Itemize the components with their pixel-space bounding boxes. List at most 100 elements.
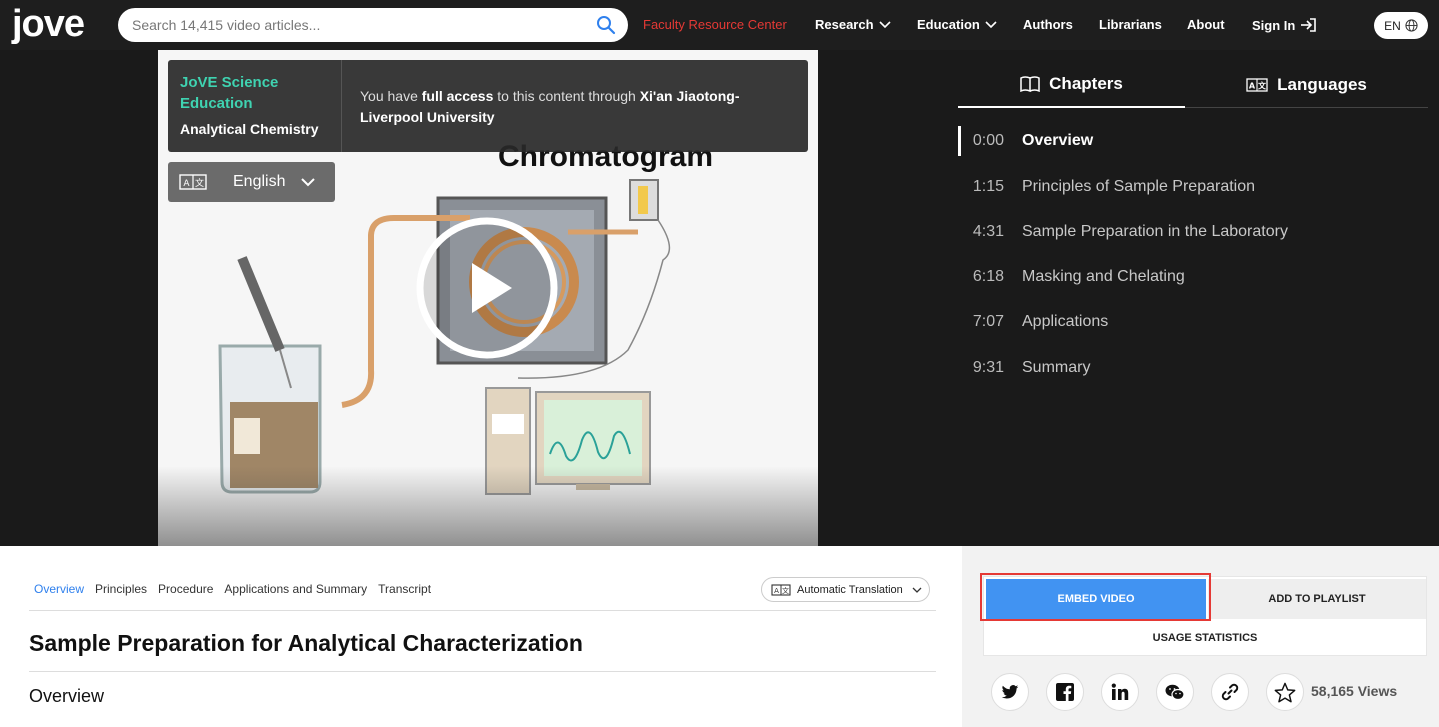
chapter-time: 4:31: [972, 223, 1004, 240]
svg-text:A: A: [1249, 82, 1256, 91]
svg-text:文: 文: [1258, 81, 1267, 91]
globe-icon: [1405, 19, 1418, 32]
subtab-applications-and-summary[interactable]: Applications and Summary: [224, 582, 367, 596]
translate-icon: A 文: [179, 174, 207, 190]
tab-languages-label: Languages: [1277, 75, 1367, 94]
subtab-transcript[interactable]: Transcript: [378, 582, 431, 596]
article-subtabs: Overview Principles Procedure Applicatio…: [34, 582, 431, 596]
chapter-item[interactable]: 6:18 Masking and Chelating: [958, 262, 1428, 292]
chapter-title: Overview: [1022, 132, 1094, 149]
subtab-overview[interactable]: Overview: [34, 582, 84, 596]
wechat-icon: [1165, 684, 1185, 700]
play-button-icon[interactable]: [416, 217, 558, 359]
book-icon: [1020, 76, 1040, 92]
usage-statistics-button[interactable]: USAGE STATISTICS: [984, 621, 1426, 655]
wechat-share-button[interactable]: [1156, 673, 1194, 711]
twitter-share-button[interactable]: [991, 673, 1029, 711]
embed-highlight-box: [980, 573, 1211, 621]
nav-sign-in[interactable]: Sign In: [1252, 17, 1318, 33]
nav-about-label: About: [1187, 17, 1225, 32]
chapter-title: Masking and Chelating: [1022, 268, 1185, 285]
chapter-panel-tabs: Chapters A 文 Languages: [958, 62, 1428, 108]
chapter-title: Principles of Sample Preparation: [1022, 178, 1256, 195]
tab-languages[interactable]: A 文 Languages: [1185, 62, 1428, 108]
search-box: [118, 8, 628, 42]
chevron-down-icon: [985, 20, 997, 28]
access-info-overlay: JoVE Science Education Analytical Chemis…: [168, 60, 808, 152]
tab-chapters-label: Chapters: [1049, 74, 1123, 93]
chapter-title: Summary: [1022, 359, 1091, 376]
divider: [29, 671, 936, 672]
chapter-time: 7:07: [972, 313, 1004, 330]
nav-research[interactable]: Research: [815, 17, 891, 32]
access-level: full access: [421, 88, 494, 104]
video-language-label: English: [233, 173, 286, 190]
nav-librarians-label: Librarians: [1099, 17, 1162, 32]
chapter-time: 0:00: [972, 132, 1004, 149]
twitter-icon: [1001, 684, 1019, 699]
nav-faculty-resource-center[interactable]: Faculty Resource Center: [643, 17, 787, 32]
svg-text:文: 文: [195, 177, 204, 189]
linkedin-icon: [1111, 683, 1129, 700]
chapter-item[interactable]: 1:15 Principles of Sample Preparation: [958, 172, 1428, 202]
article-title: Sample Preparation for Analytical Charac…: [29, 630, 583, 656]
video-player[interactable]: Chromatogram JoVE Science Education Anal…: [158, 50, 818, 546]
collection-info: JoVE Science Education Analytical Chemis…: [168, 60, 342, 152]
search-icon[interactable]: [596, 15, 616, 35]
automatic-translation-dropdown[interactable]: A 文 Automatic Translation: [761, 577, 930, 602]
chapter-title: Applications: [1022, 313, 1109, 330]
view-count: 58,165 Views: [1311, 683, 1398, 699]
subtab-procedure[interactable]: Procedure: [158, 582, 213, 596]
facebook-icon: [1056, 683, 1074, 701]
chapter-item[interactable]: 4:31 Sample Preparation in the Laborator…: [958, 217, 1428, 247]
divider: [29, 610, 936, 611]
article-section: Overview Principles Procedure Applicatio…: [0, 546, 962, 727]
svg-text:A: A: [774, 587, 779, 595]
chevron-down-icon: [878, 20, 891, 28]
video-actions-panel: EMBED VIDEO ADD TO PLAYLIST USAGE STATIS…: [962, 546, 1439, 727]
link-icon: [1221, 683, 1239, 701]
access-message: You have full access to this content thr…: [360, 86, 800, 128]
favorite-button[interactable]: [1266, 673, 1304, 711]
sign-in-icon: [1301, 18, 1317, 32]
nav-authors[interactable]: Authors: [1023, 17, 1073, 32]
video-language-dropdown[interactable]: A 文 English: [168, 162, 335, 202]
section-heading: Overview: [29, 686, 105, 706]
nav-authors-label: Authors: [1023, 17, 1073, 32]
nav-education-label: Education: [917, 17, 980, 32]
collection-subject[interactable]: Analytical Chemistry: [180, 121, 319, 137]
copy-link-button[interactable]: [1211, 673, 1249, 711]
chapter-item[interactable]: 9:31 Summary: [958, 353, 1428, 383]
top-navigation-bar: jove Faculty Resource Center Research Ed…: [0, 0, 1439, 50]
nav-librarians[interactable]: Librarians: [1099, 17, 1162, 32]
linkedin-share-button[interactable]: [1101, 673, 1139, 711]
translate-icon: A 文: [1246, 78, 1268, 92]
collection-brand[interactable]: JoVE Science Education: [180, 72, 330, 114]
nav-about[interactable]: About: [1187, 17, 1225, 32]
chapter-item[interactable]: 0:00 Overview: [958, 126, 1428, 156]
svg-text:文: 文: [782, 586, 789, 595]
tab-chapters[interactable]: Chapters: [958, 62, 1185, 108]
chapter-time: 9:31: [972, 359, 1004, 376]
chevron-down-icon: [912, 587, 922, 593]
language-code: EN: [1384, 18, 1401, 33]
search-input[interactable]: [132, 8, 582, 42]
nav-faculty-label: Faculty Resource Center: [643, 17, 787, 32]
automatic-translation-label: Automatic Translation: [797, 583, 903, 596]
svg-text:A: A: [183, 179, 190, 189]
video-controls-fade: [158, 466, 818, 546]
chapter-time: 6:18: [972, 268, 1004, 285]
nav-education[interactable]: Education: [917, 17, 997, 32]
chapter-time: 1:15: [972, 178, 1004, 195]
jove-logo[interactable]: jove: [12, 2, 85, 46]
nav-signin-label: Sign In: [1252, 17, 1296, 33]
chapter-item[interactable]: 7:07 Applications: [958, 307, 1428, 337]
chapter-title: Sample Preparation in the Laboratory: [1022, 223, 1288, 240]
nav-research-label: Research: [815, 17, 874, 32]
add-to-playlist-button[interactable]: ADD TO PLAYLIST: [1208, 579, 1426, 619]
language-switcher[interactable]: EN: [1374, 12, 1428, 39]
subtab-principles[interactable]: Principles: [95, 582, 147, 596]
star-icon: [1274, 682, 1296, 702]
facebook-share-button[interactable]: [1046, 673, 1084, 711]
access-mid: to this content through: [493, 88, 640, 104]
